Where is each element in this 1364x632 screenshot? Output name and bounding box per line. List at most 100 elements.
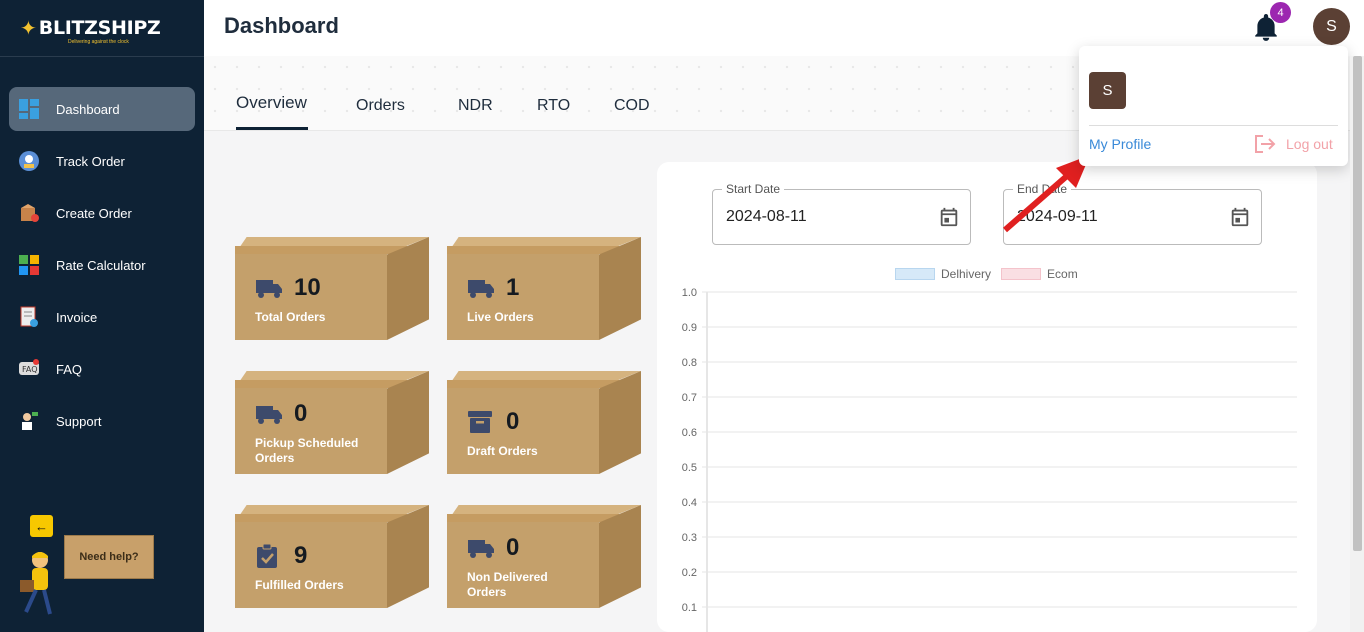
brand-logo[interactable]: ✦ BLITZSHIPZ Delivering against the cloc… bbox=[0, 0, 204, 57]
box-tape bbox=[235, 246, 407, 254]
logout-button[interactable]: Log out bbox=[1254, 134, 1333, 154]
tab-rto[interactable]: RTO bbox=[537, 97, 570, 115]
box-side bbox=[387, 505, 429, 608]
user-avatar-button[interactable]: S bbox=[1313, 8, 1350, 45]
sidebar-item-label: Track Order bbox=[56, 153, 125, 169]
faq-icon: FAQ bbox=[18, 358, 40, 380]
brand-name: BLITZSHIPZ bbox=[38, 17, 161, 39]
need-help-button[interactable]: Need help? bbox=[64, 535, 154, 579]
create-order-icon bbox=[18, 202, 40, 224]
box-tape bbox=[447, 514, 619, 522]
tab-ndr[interactable]: NDR bbox=[458, 97, 493, 115]
track-order-icon bbox=[18, 150, 40, 172]
card-value: 1 bbox=[506, 274, 520, 301]
live-orders-card[interactable]: 1 Live Orders bbox=[447, 237, 641, 342]
logout-label: Log out bbox=[1286, 136, 1333, 152]
y-tick-label: 0.7 bbox=[682, 392, 697, 404]
tab-orders[interactable]: Orders bbox=[356, 97, 405, 115]
start-date-value[interactable]: 2024-08-11 bbox=[726, 208, 807, 226]
my-profile-link[interactable]: My Profile bbox=[1089, 136, 1151, 152]
box-side bbox=[599, 371, 641, 474]
runner-logo-icon: ✦ bbox=[20, 17, 37, 40]
sidebar-item-faq[interactable]: FAQ FAQ bbox=[9, 347, 195, 391]
legend-label-delhivery: Delhivery bbox=[941, 267, 992, 281]
legend-label-ecom: Ecom bbox=[1047, 267, 1078, 281]
draft-orders-card[interactable]: 0 Draft Orders bbox=[447, 371, 641, 476]
card-label: Non Delivered Orders bbox=[467, 570, 548, 599]
fulfilled-orders-card[interactable]: 9 Fulfilled Orders bbox=[235, 505, 429, 610]
archive-icon bbox=[468, 411, 492, 433]
y-tick-label: 0.6 bbox=[682, 427, 697, 439]
truck-icon bbox=[256, 280, 282, 298]
box-tape bbox=[447, 380, 619, 388]
y-tick-label: 0.9 bbox=[682, 322, 697, 334]
box-side bbox=[387, 237, 429, 340]
support-icon bbox=[18, 410, 40, 432]
non-delivered-orders-card[interactable]: 0 Non Delivered Orders bbox=[447, 505, 641, 610]
card-value: 9 bbox=[294, 542, 308, 569]
sidebar-nav: Dashboard Track Order Create Order Rate … bbox=[0, 87, 204, 443]
y-tick-label: 1.0 bbox=[682, 287, 697, 299]
logout-icon bbox=[1255, 135, 1276, 153]
sidebar-item-dashboard[interactable]: Dashboard bbox=[9, 87, 195, 131]
card-label: Total Orders bbox=[255, 310, 326, 324]
y-tick-label: 0.3 bbox=[682, 532, 697, 544]
pickup-scheduled-card[interactable]: 0 Pickup Scheduled Orders bbox=[235, 371, 429, 476]
box-tape bbox=[235, 514, 407, 522]
collapse-sidebar-button[interactable]: ← bbox=[30, 515, 53, 537]
sidebar-item-invoice[interactable]: Invoice bbox=[9, 295, 195, 339]
profile-dropdown: S My Profile Log out bbox=[1079, 46, 1348, 166]
page-title: Dashboard bbox=[224, 13, 339, 38]
truck-icon bbox=[468, 280, 494, 298]
y-tick-label: 0.8 bbox=[682, 357, 697, 369]
scrollbar-thumb[interactable] bbox=[1353, 56, 1362, 551]
card-label: Live Orders bbox=[467, 310, 534, 324]
calendar-icon[interactable] bbox=[1229, 206, 1251, 228]
box-side bbox=[599, 237, 641, 340]
end-date-value[interactable]: 2024-09-11 bbox=[1017, 208, 1098, 226]
card-label: Pickup Scheduled Orders bbox=[255, 436, 359, 465]
sidebar-item-label: Support bbox=[56, 413, 102, 429]
sidebar-item-label: Rate Calculator bbox=[56, 257, 146, 273]
tab-cod[interactable]: COD bbox=[614, 97, 650, 115]
box-tape bbox=[447, 246, 619, 254]
clipboard-check-icon bbox=[257, 543, 277, 568]
sidebar-item-track-order[interactable]: Track Order bbox=[9, 139, 195, 183]
calendar-icon[interactable] bbox=[938, 206, 960, 228]
sidebar-item-create-order[interactable]: Create Order bbox=[9, 191, 195, 235]
svg-text:FAQ: FAQ bbox=[22, 365, 38, 374]
chart-panel: Start Date 2024-08-11 End Date 2024-09-1… bbox=[657, 162, 1317, 632]
dropdown-avatar: S bbox=[1089, 72, 1126, 109]
tab-overview[interactable]: Overview bbox=[236, 93, 307, 113]
card-label: Fulfilled Orders bbox=[255, 578, 344, 592]
legend-swatch-delhivery bbox=[895, 268, 935, 280]
total-orders-card[interactable]: 10 Total Orders bbox=[235, 237, 429, 342]
sidebar: ✦ BLITZSHIPZ Delivering against the cloc… bbox=[0, 0, 204, 632]
brand-tagline: Delivering against the clock bbox=[68, 39, 129, 45]
sidebar-item-label: FAQ bbox=[56, 361, 83, 377]
card-value: 0 bbox=[506, 408, 520, 435]
invoice-icon bbox=[18, 306, 40, 328]
sidebar-item-support[interactable]: Support bbox=[9, 399, 195, 443]
notification-count-badge: 4 bbox=[1270, 2, 1291, 23]
end-date-label: End Date bbox=[1013, 182, 1072, 196]
box-side bbox=[387, 371, 429, 474]
box-side bbox=[599, 505, 641, 608]
dashboard-icon bbox=[18, 98, 40, 120]
end-date-field[interactable]: End Date 2024-09-11 bbox=[1003, 182, 1262, 245]
start-date-field[interactable]: Start Date 2024-08-11 bbox=[712, 182, 971, 245]
sidebar-item-rate-calculator[interactable]: Rate Calculator bbox=[9, 243, 195, 287]
card-value: 10 bbox=[294, 274, 321, 301]
legend-swatch-ecom bbox=[1001, 268, 1042, 280]
page-scrollbar[interactable] bbox=[1350, 56, 1364, 632]
sidebar-item-label: Create Order bbox=[56, 205, 132, 221]
truck-icon bbox=[468, 540, 494, 558]
y-tick-label: 0.1 bbox=[682, 602, 697, 614]
y-tick-label: 0.5 bbox=[682, 462, 697, 474]
card-value: 0 bbox=[294, 400, 308, 427]
active-tab-indicator bbox=[236, 127, 308, 130]
sidebar-item-label: Invoice bbox=[56, 309, 98, 325]
chart-legend: Delhivery Ecom bbox=[895, 267, 1078, 281]
y-tick-label: 0.4 bbox=[682, 497, 697, 509]
delivery-man-icon bbox=[20, 552, 52, 615]
